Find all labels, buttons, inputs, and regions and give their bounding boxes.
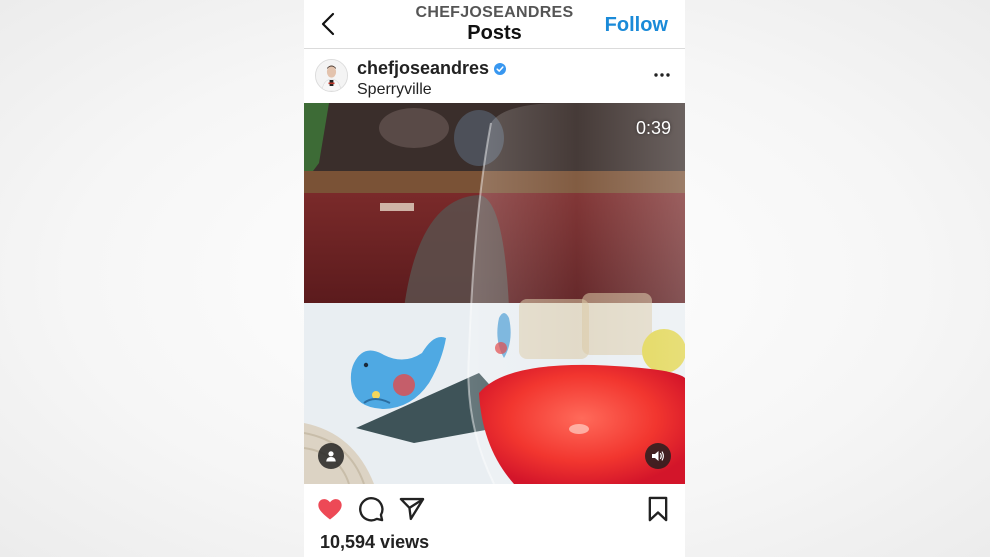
person-tag-icon	[326, 451, 336, 462]
username-row: chefjoseandres	[357, 58, 507, 79]
post-action-bar	[304, 492, 685, 526]
avatar-portrait	[316, 60, 347, 91]
save-button[interactable]	[644, 495, 672, 523]
follow-button[interactable]: Follow	[605, 14, 668, 37]
instagram-post-view: CHEFJOSEANDRES Posts Follow chefjoseandr…	[304, 0, 685, 557]
top-navigation-bar: CHEFJOSEANDRES Posts Follow	[304, 0, 685, 49]
view-count: 10,594 views	[320, 532, 430, 552]
post-video[interactable]: 0:39	[304, 103, 685, 484]
post-location[interactable]: Sperryville	[357, 81, 432, 99]
paper-plane-icon	[399, 497, 425, 521]
sound-toggle-button[interactable]	[645, 443, 671, 469]
like-button[interactable]	[316, 495, 344, 523]
speaker-icon	[652, 451, 664, 461]
heart-icon	[318, 499, 342, 520]
video-frame	[304, 103, 685, 484]
share-button[interactable]	[398, 495, 426, 523]
comment-button[interactable]	[357, 495, 385, 523]
video-timer: 0:39	[635, 118, 671, 138]
more-options-button[interactable]	[653, 66, 671, 84]
bookmark-icon	[648, 496, 668, 522]
post-header: chefjoseandres Sperryville	[304, 49, 685, 104]
avatar[interactable]	[315, 59, 348, 92]
comment-icon	[359, 497, 384, 522]
verified-badge-icon	[494, 62, 507, 75]
username[interactable]: chefjoseandres	[357, 58, 489, 79]
more-horizontal-icon	[654, 73, 670, 77]
tagged-people-button[interactable]	[318, 443, 344, 469]
